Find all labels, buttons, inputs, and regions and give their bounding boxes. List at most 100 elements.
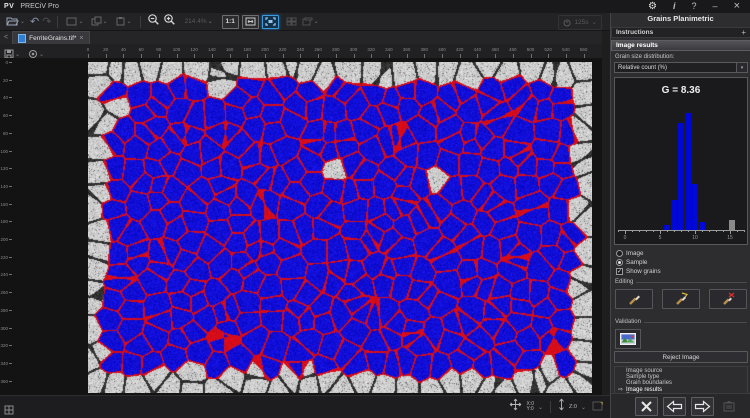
draw-boundary-button[interactable] [615, 289, 653, 309]
radio-image[interactable]: Image [616, 249, 746, 258]
image-results-section-header[interactable]: Image results [611, 40, 750, 51]
info-icon[interactable]: i [673, 2, 676, 11]
radio-icon[interactable] [616, 250, 623, 257]
help-icon[interactable]: ? [692, 2, 697, 11]
open-file-button[interactable]: ⌄ [4, 12, 27, 32]
actual-size-button[interactable]: 1:1 [222, 15, 239, 29]
step-label: Image source [626, 368, 662, 374]
h-ruler-label: 0 [81, 47, 95, 52]
tab-scroll-left-button[interactable]: < [4, 34, 8, 41]
timer-value: 125s [574, 19, 588, 26]
zoom-in-button[interactable] [163, 13, 176, 31]
distribution-label: Grain size distribution: [615, 54, 674, 60]
brush-icon [627, 292, 642, 306]
v-ruler-label: 220 [0, 255, 8, 260]
validation-section: Validation [615, 319, 747, 325]
histogram-bar [692, 184, 698, 230]
h-ruler-label: 60 [134, 47, 148, 52]
pan-crosshair-icon [509, 398, 522, 416]
tab-ferritegrains[interactable]: FerriteGrains.tif* × [12, 31, 89, 44]
histogram-excluded-bar [729, 220, 735, 230]
radio-icon[interactable] [616, 259, 623, 266]
main-toolbar: ⌄ ↶ ↷ ⌄ ⌄ ⌄ 214.4% ⌄ 1:1 [0, 13, 610, 31]
display-options: ImageSample Show grains [616, 249, 746, 276]
app-window: PV PRECiV Pro ⚙ i ? – × ⌄ ↶ ↷ ⌄ ⌄ [0, 0, 750, 418]
reject-image-label: Reject Image [662, 354, 699, 361]
zoom-level-select[interactable]: 214.4% ⌄ [183, 17, 215, 26]
image-thumbnail-icon [620, 333, 636, 345]
fit-screen-button[interactable] [262, 15, 279, 29]
select-region-button[interactable]: ⌄ [64, 12, 85, 32]
grid-view-button[interactable] [286, 13, 297, 31]
toolbar-separator [57, 16, 58, 28]
chevron-down-icon: ⌄ [103, 19, 108, 25]
next-button[interactable] [691, 397, 714, 416]
back-button[interactable] [663, 397, 686, 416]
v-ruler-label: 20 [0, 78, 8, 83]
copy-button[interactable]: ⌄ [89, 12, 110, 32]
instructions-label: Instructions [616, 29, 653, 36]
instructions-section-header[interactable]: Instructions + [611, 27, 750, 38]
window-layout-icon [302, 13, 313, 31]
open-folder-icon [6, 13, 19, 31]
radio-sample[interactable]: Sample [616, 258, 746, 267]
histogram-bar [699, 222, 705, 230]
chevron-down-icon[interactable]: ⌄ [538, 404, 543, 411]
workflow-navigation [611, 393, 750, 418]
micrograph-image[interactable] [88, 62, 592, 393]
reject-image-button[interactable]: Reject Image [614, 351, 748, 363]
x-axis-tick-label: 15 [725, 235, 735, 241]
fit-width-button[interactable] [242, 15, 259, 29]
histogram-plot [618, 103, 744, 231]
option-label: Show grains [626, 268, 661, 275]
document-tabbar: < FerriteGrains.tif* × [0, 31, 602, 45]
validation-image-button[interactable] [615, 329, 641, 349]
image-results-label: Image results [616, 42, 658, 49]
option-label: Sample [626, 259, 647, 266]
h-ruler-label: 520 [541, 47, 555, 52]
chevron-down-icon[interactable]: ⌄ [581, 404, 586, 411]
delete-boundary-button[interactable] [709, 289, 747, 309]
distribution-dropdown[interactable]: Relative count (%) ▾ [614, 62, 748, 73]
v-ruler-label: 280 [0, 308, 8, 313]
fit-screen-icon [265, 13, 276, 31]
x-axis-tick-label: 5 [655, 235, 665, 241]
v-ruler-label: 100 [0, 149, 8, 154]
chevron-down-icon: ⌄ [78, 19, 83, 25]
zoom-out-button[interactable] [147, 13, 160, 31]
titlebar: PV PRECiV Pro ⚙ i ? – × [0, 0, 750, 13]
h-ruler-label: 160 [223, 47, 237, 52]
redo-button[interactable]: ↷ [42, 17, 51, 27]
merge-boundary-button[interactable] [662, 289, 700, 309]
dropdown-arrow-icon[interactable]: ▾ [736, 63, 747, 72]
checkbox-icon[interactable] [616, 268, 623, 275]
settings-gear-icon[interactable]: ⚙ [648, 2, 657, 11]
grid-overlay-button[interactable] [4, 402, 14, 418]
h-ruler-label: 560 [577, 47, 591, 52]
brush-delete-icon [721, 292, 736, 306]
undo-button[interactable]: ↶ [30, 17, 39, 27]
h-ruler-label: 200 [258, 47, 272, 52]
arrow-left-icon [666, 400, 683, 413]
v-ruler-label: 320 [0, 343, 8, 348]
copy-icon [91, 13, 102, 31]
acquisition-time-select: 125s ⌄ [558, 15, 602, 30]
tab-close-icon[interactable]: × [79, 35, 83, 42]
h-ruler-label: 460 [488, 47, 502, 52]
minimize-icon[interactable]: – [713, 2, 718, 11]
step-label: Grain boundaries [626, 380, 672, 386]
z-axis-icon [558, 398, 565, 416]
v-ruler-label: 300 [0, 326, 8, 331]
paste-button[interactable]: ⌄ [113, 12, 134, 32]
h-ruler-label: 40 [116, 47, 130, 52]
window-layout-button[interactable]: ⌄ [300, 12, 321, 32]
cancel-button[interactable] [635, 397, 658, 416]
close-icon[interactable]: × [734, 2, 740, 11]
app-logo: PV [4, 3, 14, 10]
expand-plus-icon[interactable]: + [741, 28, 746, 37]
h-ruler-label: 80 [152, 47, 166, 52]
v-ruler-label: 260 [0, 290, 8, 295]
paste-icon [115, 13, 126, 31]
chevron-down-icon: ⌄ [20, 19, 25, 25]
checkbox-show-grains[interactable]: Show grains [616, 267, 746, 276]
